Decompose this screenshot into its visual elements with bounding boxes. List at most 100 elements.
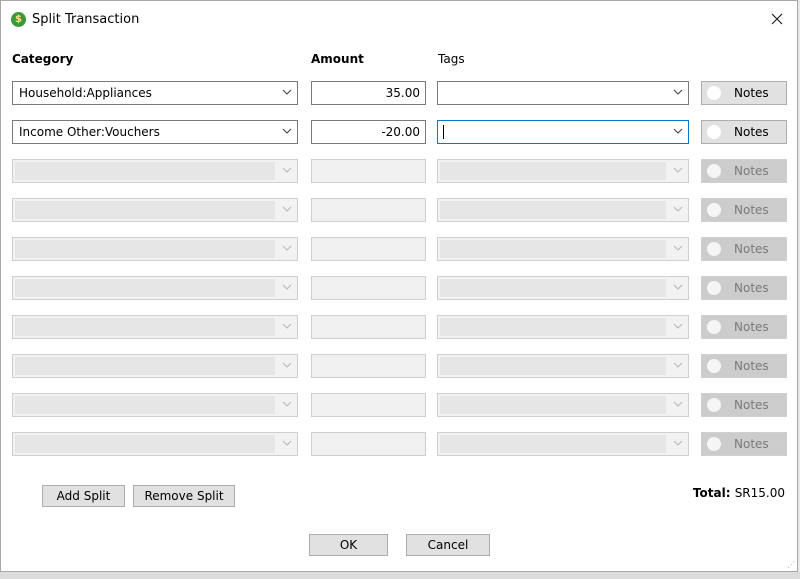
category-select[interactable] bbox=[12, 393, 298, 417]
notes-indicator-icon bbox=[707, 281, 721, 295]
amount-field[interactable] bbox=[311, 159, 426, 183]
split-row: Income Other:Vouchers -20.00 Notes bbox=[1, 120, 797, 146]
notes-label: Notes bbox=[734, 281, 769, 295]
close-button[interactable] bbox=[763, 7, 791, 33]
total-value: SR15.00 bbox=[734, 486, 785, 500]
split-row: Household:Appliances 35.00 Notes bbox=[1, 81, 797, 107]
notes-button[interactable]: Notes bbox=[701, 276, 787, 300]
amount-value: 35.00 bbox=[385, 86, 420, 100]
amount-field[interactable] bbox=[311, 393, 426, 417]
split-row: Notes bbox=[1, 393, 797, 419]
tags-select[interactable] bbox=[437, 354, 689, 378]
chevron-down-icon bbox=[282, 362, 292, 368]
notes-button[interactable]: Notes bbox=[701, 81, 787, 105]
chevron-down-icon bbox=[673, 440, 683, 446]
chevron-down-icon bbox=[673, 401, 683, 407]
notes-button[interactable]: Notes bbox=[701, 159, 787, 183]
category-select[interactable] bbox=[12, 237, 298, 261]
chevron-down-icon bbox=[282, 284, 292, 290]
split-row: Notes bbox=[1, 354, 797, 380]
notes-button[interactable]: Notes bbox=[701, 432, 787, 456]
chevron-down-icon bbox=[282, 206, 292, 212]
notes-indicator-icon bbox=[707, 320, 721, 334]
remove-split-button[interactable]: Remove Split bbox=[133, 485, 235, 507]
chevron-down-icon bbox=[282, 89, 292, 95]
notes-button[interactable]: Notes bbox=[701, 315, 787, 339]
ok-button[interactable]: OK bbox=[309, 534, 388, 556]
category-value: Household:Appliances bbox=[19, 86, 152, 100]
split-transaction-dialog: $ Split Transaction Category Amount Tags… bbox=[0, 0, 798, 572]
close-icon bbox=[771, 13, 783, 25]
amount-value: -20.00 bbox=[381, 125, 420, 139]
total-display: Total: SR15.00 bbox=[693, 486, 785, 500]
category-value: Income Other:Vouchers bbox=[19, 125, 160, 139]
notes-label: Notes bbox=[734, 164, 769, 178]
notes-label: Notes bbox=[734, 86, 769, 100]
notes-button[interactable]: Notes bbox=[701, 393, 787, 417]
chevron-down-icon bbox=[673, 167, 683, 173]
notes-label: Notes bbox=[734, 320, 769, 334]
tags-select[interactable] bbox=[437, 237, 689, 261]
chevron-down-icon bbox=[282, 245, 292, 251]
notes-indicator-icon bbox=[707, 125, 721, 139]
category-select[interactable]: Income Other:Vouchers bbox=[12, 120, 298, 144]
resize-grip-icon[interactable]: ⋰ bbox=[787, 560, 795, 569]
amount-column-header: Amount bbox=[311, 52, 364, 66]
category-select[interactable]: Household:Appliances bbox=[12, 81, 298, 105]
category-select[interactable] bbox=[12, 432, 298, 456]
tags-column-header: Tags bbox=[438, 52, 465, 66]
amount-field[interactable] bbox=[311, 315, 426, 339]
notes-indicator-icon bbox=[707, 242, 721, 256]
amount-field[interactable] bbox=[311, 432, 426, 456]
notes-label: Notes bbox=[734, 398, 769, 412]
amount-field[interactable]: 35.00 bbox=[311, 81, 426, 105]
notes-button[interactable]: Notes bbox=[701, 120, 787, 144]
notes-indicator-icon bbox=[707, 203, 721, 217]
text-caret bbox=[443, 125, 444, 139]
chevron-down-icon bbox=[282, 401, 292, 407]
tags-select[interactable] bbox=[437, 120, 689, 144]
chevron-down-icon bbox=[282, 440, 292, 446]
background-window-strip bbox=[0, 572, 800, 579]
window-title: Split Transaction bbox=[32, 12, 140, 27]
title-bar: $ Split Transaction bbox=[1, 1, 797, 39]
dollar-coin-icon: $ bbox=[11, 12, 26, 27]
category-select[interactable] bbox=[12, 315, 298, 339]
split-row: Notes bbox=[1, 237, 797, 263]
notes-label: Notes bbox=[734, 242, 769, 256]
amount-field[interactable] bbox=[311, 198, 426, 222]
split-row: Notes bbox=[1, 198, 797, 224]
split-row: Notes bbox=[1, 159, 797, 185]
amount-field[interactable] bbox=[311, 276, 426, 300]
chevron-down-icon bbox=[282, 167, 292, 173]
category-select[interactable] bbox=[12, 354, 298, 378]
chevron-down-icon bbox=[673, 89, 683, 95]
tags-select[interactable] bbox=[437, 159, 689, 183]
amount-field[interactable] bbox=[311, 237, 426, 261]
total-label: Total: bbox=[692, 486, 731, 500]
chevron-down-icon bbox=[673, 245, 683, 251]
notes-indicator-icon bbox=[707, 86, 721, 100]
split-row: Notes bbox=[1, 432, 797, 458]
category-select[interactable] bbox=[12, 276, 298, 300]
chevron-down-icon bbox=[282, 128, 292, 134]
category-select[interactable] bbox=[12, 159, 298, 183]
notes-button[interactable]: Notes bbox=[701, 237, 787, 261]
tags-select[interactable] bbox=[437, 198, 689, 222]
cancel-button[interactable]: Cancel bbox=[406, 534, 490, 556]
tags-select[interactable] bbox=[437, 276, 689, 300]
tags-select[interactable] bbox=[437, 432, 689, 456]
category-select[interactable] bbox=[12, 198, 298, 222]
tags-select[interactable] bbox=[437, 81, 689, 105]
notes-indicator-icon bbox=[707, 398, 721, 412]
chevron-down-icon bbox=[673, 323, 683, 329]
amount-field[interactable] bbox=[311, 354, 426, 378]
chevron-down-icon bbox=[673, 128, 683, 134]
notes-button[interactable]: Notes bbox=[701, 198, 787, 222]
notes-button[interactable]: Notes bbox=[701, 354, 787, 378]
tags-select[interactable] bbox=[437, 393, 689, 417]
tags-select[interactable] bbox=[437, 315, 689, 339]
notes-label: Notes bbox=[734, 359, 769, 373]
add-split-button[interactable]: Add Split bbox=[42, 485, 125, 507]
amount-field[interactable]: -20.00 bbox=[311, 120, 426, 144]
